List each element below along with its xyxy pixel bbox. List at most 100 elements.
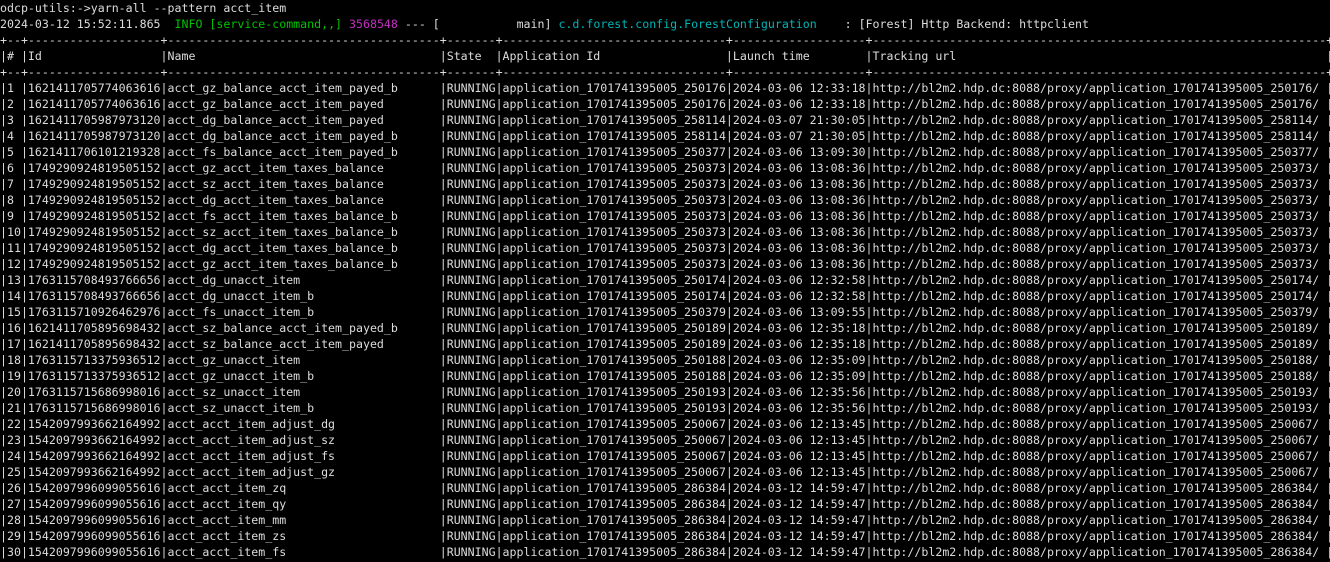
tracking-url[interactable]: http://bl2m2.hdp.dc:8088/proxy/applicati…: [873, 337, 1320, 351]
row-end: |: [1319, 433, 1330, 447]
tracking-url[interactable]: http://bl2m2.hdp.dc:8088/proxy/applicati…: [873, 97, 1320, 111]
log-line: 2024-03-12 15:52:11.865 INFO [service-co…: [0, 16, 1330, 32]
row-end: |: [1319, 481, 1330, 495]
tracking-url[interactable]: http://bl2m2.hdp.dc:8088/proxy/applicati…: [873, 225, 1320, 239]
row-cells: |8 |1749290924819505152|acct_dg_acct_ite…: [0, 193, 873, 207]
row-end: |: [1319, 177, 1330, 191]
row-end: |: [1319, 417, 1330, 431]
tracking-url[interactable]: http://bl2m2.hdp.dc:8088/proxy/applicati…: [873, 177, 1320, 191]
table-row: |22|1542097993662164992|acct_acct_item_a…: [0, 416, 1330, 432]
table-row: |21|1763115715686998016|acct_sz_unacct_i…: [0, 400, 1330, 416]
shell-prompt: odcp-utils:->: [0, 1, 91, 15]
terminal-screen: odcp-utils:->yarn-all --pattern acct_ite…: [0, 0, 1330, 562]
tracking-url[interactable]: http://bl2m2.hdp.dc:8088/proxy/applicati…: [873, 497, 1320, 511]
table-header-row: |# |Id |Name |State |Application Id |Lau…: [0, 48, 1330, 64]
row-end: |: [1319, 545, 1330, 559]
tracking-url[interactable]: http://bl2m2.hdp.dc:8088/proxy/applicati…: [873, 433, 1320, 447]
table-row: |26|1542097996099055616|acct_acct_item_z…: [0, 480, 1330, 496]
tracking-url[interactable]: http://bl2m2.hdp.dc:8088/proxy/applicati…: [873, 193, 1320, 207]
tracking-url[interactable]: http://bl2m2.hdp.dc:8088/proxy/applicati…: [873, 417, 1320, 431]
row-cells: |17|1621411705895698432|acct_sz_balance_…: [0, 337, 873, 351]
row-cells: |2 |1621411705774063616|acct_gz_balance_…: [0, 97, 873, 111]
tracking-url[interactable]: http://bl2m2.hdp.dc:8088/proxy/applicati…: [873, 113, 1320, 127]
table-row: |5 |1621411706101219328|acct_fs_balance_…: [0, 144, 1330, 160]
tracking-url[interactable]: http://bl2m2.hdp.dc:8088/proxy/applicati…: [873, 129, 1320, 143]
row-end: |: [1319, 225, 1330, 239]
row-cells: |14|1763115708493766656|acct_dg_unacct_i…: [0, 289, 873, 303]
row-end: |: [1319, 257, 1330, 271]
table-row: |17|1621411705895698432|acct_sz_balance_…: [0, 336, 1330, 352]
log-message: : [Forest] Http Backend: httpclient: [817, 17, 1089, 31]
tracking-url[interactable]: http://bl2m2.hdp.dc:8088/proxy/applicati…: [873, 449, 1320, 463]
shell-command: yarn-all --pattern acct_item: [91, 1, 286, 15]
table-row: |3 |1621411705987973120|acct_dg_balance_…: [0, 112, 1330, 128]
table-row: |29|1542097996099055616|acct_acct_item_z…: [0, 528, 1330, 544]
row-cells: |27|1542097996099055616|acct_acct_item_q…: [0, 497, 873, 511]
tracking-url[interactable]: http://bl2m2.hdp.dc:8088/proxy/applicati…: [873, 257, 1320, 271]
tracking-url[interactable]: http://bl2m2.hdp.dc:8088/proxy/applicati…: [873, 305, 1320, 319]
tracking-url[interactable]: http://bl2m2.hdp.dc:8088/proxy/applicati…: [873, 353, 1320, 367]
log-level-context: INFO [service-command,,]: [175, 17, 343, 31]
row-cells: |1 |1621411705774063616|acct_gz_balance_…: [0, 81, 873, 95]
prompt-line: odcp-utils:->yarn-all --pattern acct_ite…: [0, 0, 1330, 16]
tracking-url[interactable]: http://bl2m2.hdp.dc:8088/proxy/applicati…: [873, 369, 1320, 383]
tracking-url[interactable]: http://bl2m2.hdp.dc:8088/proxy/applicati…: [873, 145, 1320, 159]
row-end: |: [1319, 385, 1330, 399]
tracking-url[interactable]: http://bl2m2.hdp.dc:8088/proxy/applicati…: [873, 81, 1320, 95]
table-row: |14|1763115708493766656|acct_dg_unacct_i…: [0, 288, 1330, 304]
row-end: |: [1319, 305, 1330, 319]
table-row: |8 |1749290924819505152|acct_dg_acct_ite…: [0, 192, 1330, 208]
row-cells: |7 |1749290924819505152|acct_sz_acct_ite…: [0, 177, 873, 191]
row-cells: |5 |1621411706101219328|acct_fs_balance_…: [0, 145, 873, 159]
table-row: |6 |1749290924819505152|acct_gz_acct_ite…: [0, 160, 1330, 176]
row-cells: |21|1763115715686998016|acct_sz_unacct_i…: [0, 401, 873, 415]
tracking-url[interactable]: http://bl2m2.hdp.dc:8088/proxy/applicati…: [873, 161, 1320, 175]
table-row: |27|1542097996099055616|acct_acct_item_q…: [0, 496, 1330, 512]
table-row: |20|1763115715686998016|acct_sz_unacct_i…: [0, 384, 1330, 400]
tracking-url[interactable]: http://bl2m2.hdp.dc:8088/proxy/applicati…: [873, 529, 1320, 543]
tracking-url[interactable]: http://bl2m2.hdp.dc:8088/proxy/applicati…: [873, 385, 1320, 399]
table-row: |19|1763115713375936512|acct_gz_unacct_i…: [0, 368, 1330, 384]
log-timestamp: 2024-03-12 15:52:11.865: [0, 17, 175, 31]
table-row: |4 |1621411705987973120|acct_dg_balance_…: [0, 128, 1330, 144]
row-cells: |6 |1749290924819505152|acct_gz_acct_ite…: [0, 161, 873, 175]
row-cells: |30|1542097996099055616|acct_acct_item_f…: [0, 545, 873, 559]
tracking-url[interactable]: http://bl2m2.hdp.dc:8088/proxy/applicati…: [873, 209, 1320, 223]
row-cells: |16|1621411705895698432|acct_sz_balance_…: [0, 321, 873, 335]
row-end: |: [1319, 145, 1330, 159]
row-cells: |20|1763115715686998016|acct_sz_unacct_i…: [0, 385, 873, 399]
table-row: |18|1763115713375936512|acct_gz_unacct_i…: [0, 352, 1330, 368]
table-row: |16|1621411705895698432|acct_sz_balance_…: [0, 320, 1330, 336]
table-border-mid: +--+-------------------+----------------…: [0, 64, 1330, 80]
row-end: |: [1319, 113, 1330, 127]
row-cells: |9 |1749290924819505152|acct_fs_acct_ite…: [0, 209, 873, 223]
tracking-url[interactable]: http://bl2m2.hdp.dc:8088/proxy/applicati…: [873, 513, 1320, 527]
tracking-url[interactable]: http://bl2m2.hdp.dc:8088/proxy/applicati…: [873, 289, 1320, 303]
row-end: |: [1319, 129, 1330, 143]
row-end: |: [1319, 513, 1330, 527]
row-cells: |22|1542097993662164992|acct_acct_item_a…: [0, 417, 873, 431]
row-end: |: [1319, 449, 1330, 463]
tracking-url[interactable]: http://bl2m2.hdp.dc:8088/proxy/applicati…: [873, 273, 1320, 287]
row-end: |: [1319, 193, 1330, 207]
row-end: |: [1319, 209, 1330, 223]
tracking-url[interactable]: http://bl2m2.hdp.dc:8088/proxy/applicati…: [873, 465, 1320, 479]
table-row: |25|1542097993662164992|acct_acct_item_a…: [0, 464, 1330, 480]
tracking-url[interactable]: http://bl2m2.hdp.dc:8088/proxy/applicati…: [873, 321, 1320, 335]
tracking-url[interactable]: http://bl2m2.hdp.dc:8088/proxy/applicati…: [873, 241, 1320, 255]
table-row: |13|1763115708493766656|acct_dg_unacct_i…: [0, 272, 1330, 288]
tracking-url[interactable]: http://bl2m2.hdp.dc:8088/proxy/applicati…: [873, 401, 1320, 415]
log-logger: c.d.forest.config.ForestConfiguration: [558, 17, 816, 31]
row-end: |: [1319, 241, 1330, 255]
tracking-url[interactable]: http://bl2m2.hdp.dc:8088/proxy/applicati…: [873, 545, 1320, 559]
row-cells: |28|1542097996099055616|acct_acct_item_m…: [0, 513, 873, 527]
row-cells: |10|1749290924819505152|acct_sz_acct_ite…: [0, 225, 873, 239]
row-end: |: [1319, 81, 1330, 95]
yarn-applications-table: +--+-------------------+----------------…: [0, 32, 1330, 560]
row-end: |: [1319, 497, 1330, 511]
tracking-url[interactable]: http://bl2m2.hdp.dc:8088/proxy/applicati…: [873, 481, 1320, 495]
row-end: |: [1319, 289, 1330, 303]
table-row: |1 |1621411705774063616|acct_gz_balance_…: [0, 80, 1330, 96]
row-end: |: [1319, 97, 1330, 111]
row-cells: |12|1749290924819505152|acct_gz_acct_ite…: [0, 257, 873, 271]
